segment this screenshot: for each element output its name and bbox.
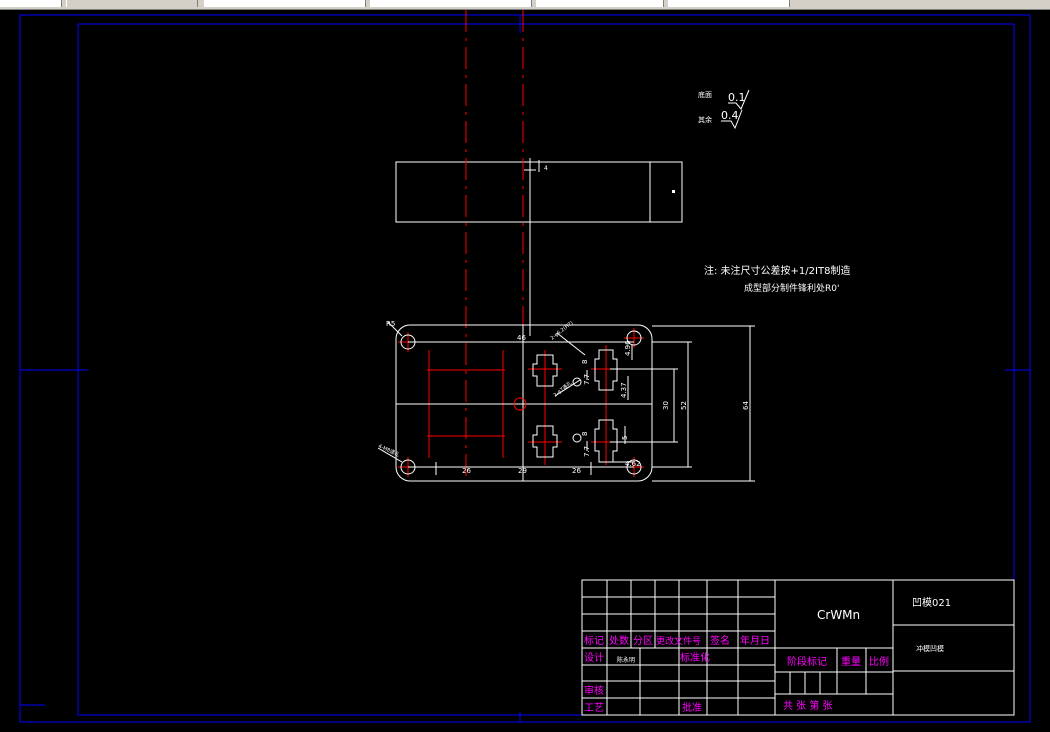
svg-text:R5: R5 xyxy=(386,320,395,328)
application-toolbar-strip xyxy=(0,0,1050,10)
svg-text:成型部分制件锋利处R0': 成型部分制件锋利处R0' xyxy=(744,282,839,294)
toolbar-tab[interactable] xyxy=(204,0,366,7)
svg-text:更改文件号: 更改文件号 xyxy=(656,635,701,647)
svg-text:0.4: 0.4 xyxy=(721,109,739,122)
toolbar-tab[interactable] xyxy=(668,0,790,7)
svg-text:CrWMn: CrWMn xyxy=(817,608,860,622)
svg-text:标记: 标记 xyxy=(584,635,604,647)
svg-text:比例: 比例 xyxy=(869,655,889,668)
svg-text:4.96: 4.96 xyxy=(624,340,632,356)
outer-frame xyxy=(19,14,1031,723)
svg-text:分区: 分区 xyxy=(633,635,653,647)
svg-text:批准: 批准 xyxy=(682,701,702,714)
center-lines xyxy=(398,10,644,482)
svg-text:阶段标记: 阶段标记 xyxy=(787,655,827,668)
svg-text:处数: 处数 xyxy=(609,634,629,647)
plan-view xyxy=(395,324,653,482)
top-view: 4 xyxy=(395,158,683,336)
svg-text:30: 30 xyxy=(662,401,670,410)
svg-text:注: 未注尺寸公差按+1/2IT8制造: 注: 未注尺寸公差按+1/2IT8制造 xyxy=(704,264,850,277)
svg-text:签名: 签名 xyxy=(710,634,730,647)
svg-text:4-M8通孔: 4-M8通孔 xyxy=(377,442,400,458)
svg-text:4.62: 4.62 xyxy=(625,460,641,468)
svg-text:26: 26 xyxy=(462,467,471,475)
svg-text:年月日: 年月日 xyxy=(740,634,770,647)
svg-text:凹模021: 凹模021 xyxy=(912,597,951,609)
svg-text:4: 4 xyxy=(544,165,548,172)
svg-text:46: 46 xyxy=(517,334,526,342)
svg-text:工艺: 工艺 xyxy=(584,702,604,714)
toolbar-tab[interactable] xyxy=(370,0,532,7)
title-block: 标记 处数 分区 更改文件号 签名 年月日 设计 标准化 审核 工艺 批准 阶段… xyxy=(581,579,1015,716)
svg-text:29: 29 xyxy=(518,467,527,475)
svg-text:2-φ7通孔: 2-φ7通孔 xyxy=(552,380,573,399)
svg-text:7.7: 7.7 xyxy=(583,446,591,457)
svg-text:重量: 重量 xyxy=(841,655,861,668)
svg-text:5: 5 xyxy=(621,436,629,440)
svg-text:设计: 设计 xyxy=(584,651,604,664)
svg-text:审核: 审核 xyxy=(584,684,604,697)
svg-text:底面: 底面 xyxy=(698,90,712,99)
centering-marks xyxy=(20,15,1030,722)
dimension-labels: 46 26 29 26 4.62 52 64 30 4.96 4.37 5 7.… xyxy=(377,320,750,475)
roughness-notes: 底面 0.1 其余 0.4 xyxy=(698,89,750,130)
svg-text:8: 8 xyxy=(581,432,589,436)
svg-text:0.1: 0.1 xyxy=(728,91,746,104)
dimension-lines xyxy=(377,321,755,482)
svg-text:8: 8 xyxy=(581,360,589,364)
svg-text:4.37: 4.37 xyxy=(620,382,628,398)
technical-notes: 注: 未注尺寸公差按+1/2IT8制造 成型部分制件锋利处R0' xyxy=(704,264,850,294)
svg-text:7.7: 7.7 xyxy=(583,374,591,385)
svg-text:52: 52 xyxy=(680,401,688,410)
toolbar-tab[interactable] xyxy=(66,0,198,7)
svg-text:26: 26 xyxy=(572,467,581,475)
svg-text:共 张 第 张: 共 张 第 张 xyxy=(783,699,833,712)
svg-text:64: 64 xyxy=(742,401,750,410)
svg-text:陈永明: 陈永明 xyxy=(617,656,635,664)
svg-text:2-φ6.2(H7): 2-φ6.2(H7) xyxy=(550,320,575,341)
svg-text:冲模凹模: 冲模凹模 xyxy=(916,644,944,653)
toolbar-tab[interactable] xyxy=(0,0,62,7)
svg-text:其余: 其余 xyxy=(698,115,712,124)
toolbar-tab[interactable] xyxy=(536,0,664,7)
cad-drawing-canvas[interactable]: 底面 0.1 其余 0.4 4 注: 未注尺寸公差按+1/2IT8制造 成型部分… xyxy=(0,10,1050,732)
svg-text:标准化: 标准化 xyxy=(680,651,710,664)
